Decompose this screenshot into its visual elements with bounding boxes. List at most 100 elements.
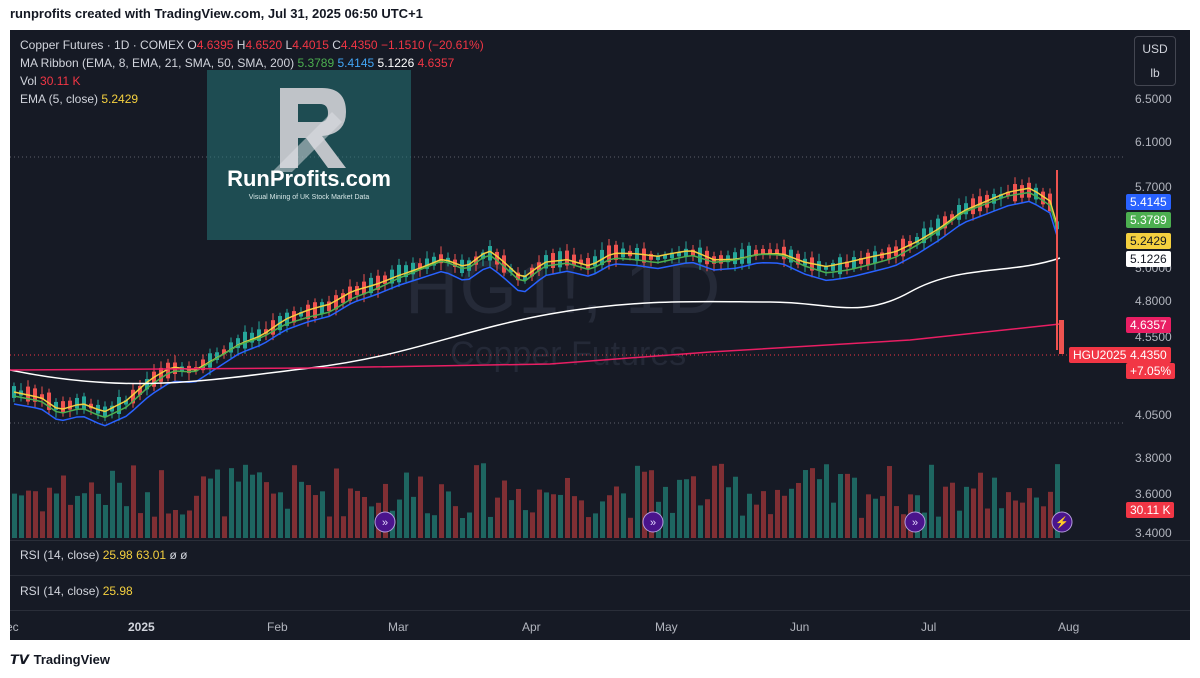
volume-bar <box>929 464 934 538</box>
volume-bar <box>789 488 794 538</box>
volume-bar <box>201 476 206 538</box>
volume-bar <box>285 508 290 538</box>
tradingview-logo-icon: 𝙏𝙑 <box>10 652 29 667</box>
volume-bar <box>12 493 17 538</box>
volume-bar <box>1048 491 1053 538</box>
volume-bar <box>1006 492 1011 538</box>
volume-bar <box>551 494 556 538</box>
volume-bar <box>887 466 892 538</box>
volume-bar <box>334 468 339 538</box>
volume-bar <box>110 470 115 538</box>
volume-bar <box>936 516 941 538</box>
volume-bar <box>838 474 843 538</box>
volume-bar <box>964 486 969 538</box>
logo-name: RunProfits.com <box>227 166 391 191</box>
price-axis[interactable]: 6.5000 6.1000 5.7000 5.0000 4.8000 4.550… <box>1135 30 1190 540</box>
tag-contract: HGU2025 <box>1069 347 1131 363</box>
price-tick: 3.6000 <box>1135 487 1172 501</box>
pane-divider[interactable] <box>10 540 1190 541</box>
volume-bar <box>215 469 220 538</box>
volume-bar <box>796 482 801 538</box>
legend-ema[interactable]: EMA (5, close) 5.2429 <box>20 92 138 106</box>
volume-bar <box>523 510 528 538</box>
candle-body <box>593 256 597 267</box>
rsi-2-label: RSI (14, close) <box>20 584 100 598</box>
time-label: ec <box>10 620 19 634</box>
volume-bar <box>173 509 178 538</box>
volume-bar <box>572 496 577 538</box>
legend-c: C4.4350 <box>332 38 378 52</box>
volume-bar <box>516 488 521 538</box>
screenshot-frame: runprofits created with TradingView.com,… <box>0 0 1200 678</box>
volume-bar <box>19 495 24 538</box>
volume-bar <box>677 479 682 538</box>
volume-bar <box>40 511 45 538</box>
time-label: Aug <box>1058 620 1080 634</box>
chart-panel[interactable]: HG1!, 1D Copper Futures »»» ⚡ RunProfits.… <box>10 30 1190 640</box>
logo-tagline: Visual Mining of UK Stock Market Data <box>248 194 370 201</box>
tradingview-brand[interactable]: 𝙏𝙑 TradingView <box>10 652 110 668</box>
volume-bar <box>124 506 129 538</box>
candle-body <box>866 252 870 266</box>
volume-bar <box>740 515 745 538</box>
ema-label: EMA (5, close) <box>20 92 99 106</box>
volume-bar <box>54 493 59 538</box>
volume-bar <box>761 491 766 538</box>
volume-bar <box>96 493 101 538</box>
rsi-pane-1-legend[interactable]: RSI (14, close) 25.98 63.01 ø ø <box>20 548 187 562</box>
ribbon-value-3: 5.1226 <box>377 56 415 70</box>
candle-body <box>61 401 65 413</box>
volume-bar <box>75 495 80 538</box>
volume-bar <box>985 508 990 538</box>
volume-bar <box>355 490 360 538</box>
ribbon-value-4: 4.6357 <box>417 56 455 70</box>
candle-body <box>68 400 72 410</box>
volume-bar <box>831 502 836 538</box>
legend-ohlc[interactable]: Copper Futures · 1D · COMEX O4.6395 H4.6… <box>20 38 484 52</box>
volume-bar <box>47 487 52 538</box>
time-label: Jun <box>790 620 810 634</box>
volume-bar <box>1027 488 1032 538</box>
volume-bar <box>299 481 304 538</box>
volume-bar <box>306 485 311 538</box>
price-tick: 5.7000 <box>1135 180 1172 194</box>
tag-ema21: 5.4145 <box>1126 194 1171 210</box>
volume-bar <box>635 465 640 538</box>
tag-volume: 30.11 K <box>1126 502 1175 518</box>
rsi-pane-2-legend[interactable]: RSI (14, close) 25.98 <box>20 584 133 598</box>
volume-bar <box>327 516 332 538</box>
volume-bar <box>257 472 262 538</box>
volume-bar <box>509 500 514 538</box>
volume-bar <box>754 504 759 538</box>
volume-bar <box>481 463 486 538</box>
volume-bar <box>1020 502 1025 538</box>
runprofits-r-icon <box>272 88 346 172</box>
volume-bar <box>474 465 479 538</box>
forward-icon-glyph: » <box>650 517 656 529</box>
volume-bar <box>313 495 318 538</box>
tag-sma50: 5.1226 <box>1126 251 1171 267</box>
volume-bar <box>292 465 297 538</box>
legend-o: O4.6395 <box>187 38 234 52</box>
volume-bar <box>166 513 171 538</box>
rsi-1-label: RSI (14, close) <box>20 548 100 562</box>
volume-bar <box>208 478 213 538</box>
candle-body <box>1027 182 1031 198</box>
runprofits-logo: RunProfits.com Visual Mining of UK Stock… <box>207 70 411 240</box>
time-label: Apr <box>522 620 541 634</box>
legend-ma-ribbon[interactable]: MA Ribbon (EMA, 8, EMA, 21, SMA, 50, SMA… <box>20 56 454 70</box>
volume-bar <box>859 517 864 538</box>
legend-volume[interactable]: Vol 30.11 K <box>20 74 81 88</box>
volume-bar <box>117 482 122 538</box>
legend-l: L4.4015 <box>285 38 329 52</box>
volume-bar <box>131 465 136 538</box>
time-label: Feb <box>267 620 288 634</box>
tag-change-pct: +7.05% <box>1126 363 1176 379</box>
tag-ema8: 5.3789 <box>1126 212 1171 228</box>
pane-divider[interactable] <box>10 575 1190 576</box>
candle-body <box>936 218 940 236</box>
candle-body <box>75 397 79 409</box>
volume-bar <box>397 499 402 538</box>
volume-bar <box>901 514 906 538</box>
volume-bar <box>1034 497 1039 538</box>
